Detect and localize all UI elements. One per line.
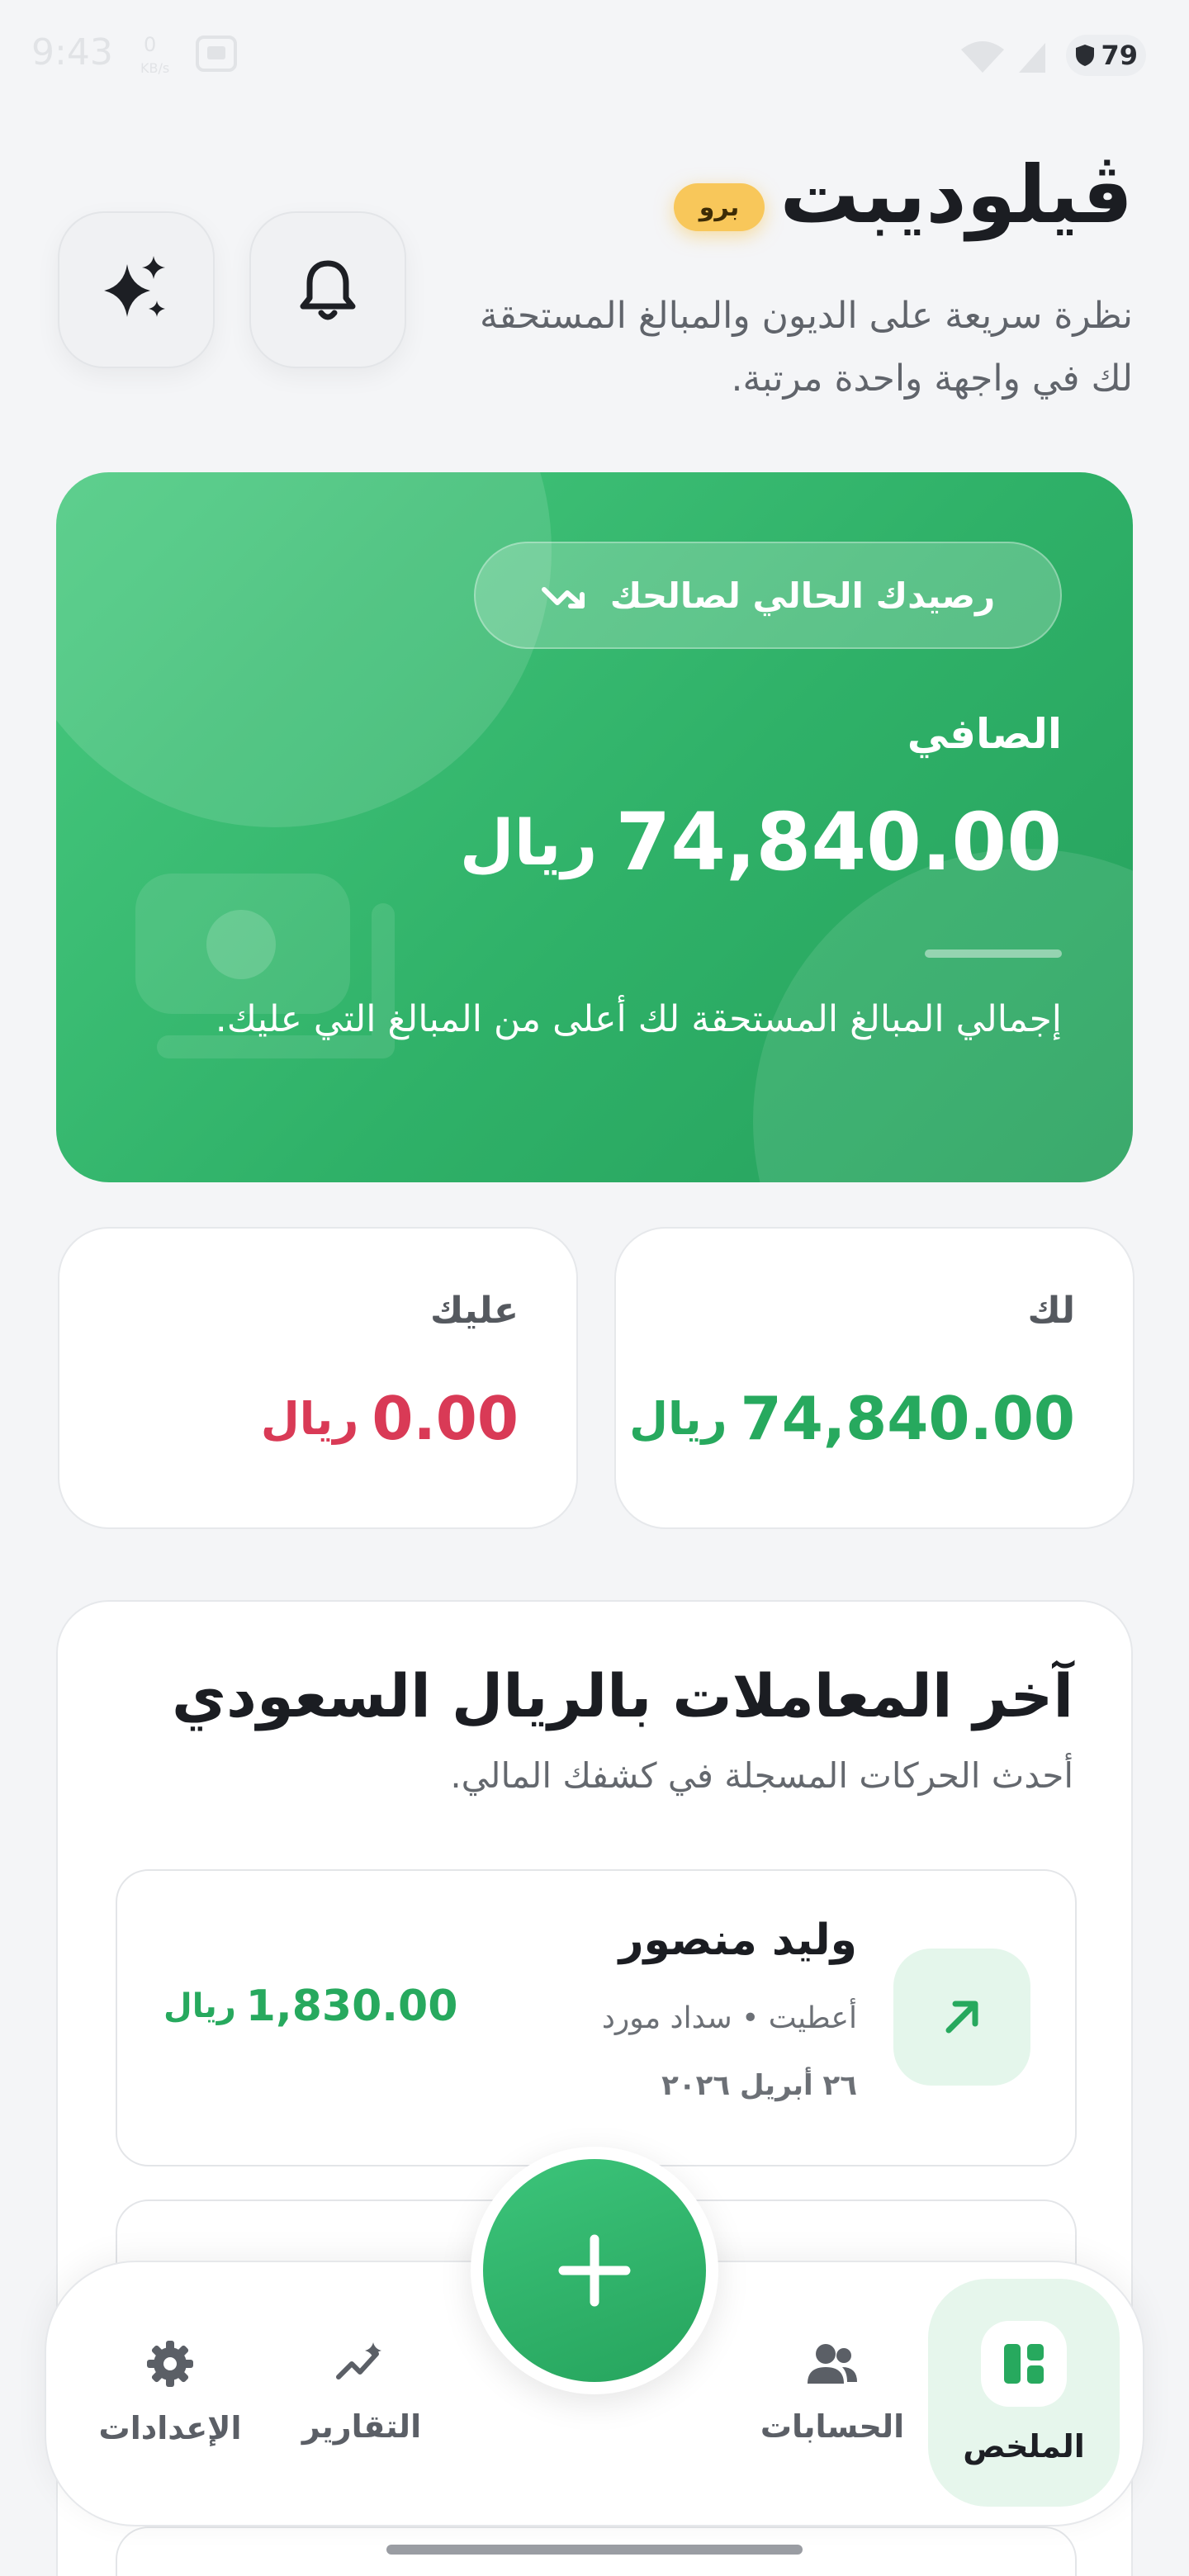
you-owe-card[interactable]: عليك ريال 0.00 <box>58 1227 578 1529</box>
currency-symbol: ريال <box>163 1987 236 2025</box>
transaction-type-badge <box>893 1949 1030 2086</box>
data-usage-icon: 0 KB/s <box>139 30 173 85</box>
gear-icon <box>147 2341 193 2387</box>
fab-circle <box>483 2159 706 2382</box>
balance-note: إجمالي المبالغ المستحقة لك أعلى من المبا… <box>215 998 1062 1040</box>
shield-icon <box>1076 45 1095 66</box>
battery-indicator: 79 <box>1066 35 1146 76</box>
bell-icon <box>300 260 356 320</box>
transaction-row[interactable]: وليد منصور أعطيت • سداد مورد ٢٦ أبريل ٢٠… <box>116 1869 1077 2166</box>
pro-badge: برو <box>674 183 765 231</box>
currency-symbol: ريال <box>629 1392 727 1445</box>
owed-to-you-value: 74,840.00 <box>740 1384 1075 1453</box>
nav-item-summary[interactable]: الملخص <box>928 2279 1120 2507</box>
dashboard-icon <box>1004 2344 1044 2384</box>
notifications-button[interactable] <box>249 211 406 368</box>
nav-item-reports[interactable]: التقارير <box>266 2279 457 2507</box>
net-amount: ريال 74,840.00 <box>460 796 1062 888</box>
wifi-icon <box>958 40 1007 78</box>
you-owe-label: عليك <box>430 1290 519 1332</box>
you-owe-amount: ريال 0.00 <box>261 1384 519 1453</box>
owed-to-you-card[interactable]: لك ريال 74,840.00 <box>614 1227 1135 1529</box>
decorative-circle <box>56 472 552 827</box>
nav-label: الحسابات <box>760 2408 905 2445</box>
signal-icon <box>1016 40 1049 78</box>
net-label: الصافي <box>907 710 1062 758</box>
chart-sparkle-icon <box>336 2342 381 2379</box>
status-time: 9:43 <box>31 31 113 73</box>
svg-text:KB/s: KB/s <box>140 60 169 76</box>
nav-item-settings[interactable]: الإعدادات <box>74 2279 266 2507</box>
ai-assistant-button[interactable] <box>58 211 215 368</box>
section-subtitle: أحدث الحركات المسجلة في كشفك المالي. <box>450 1755 1073 1796</box>
home-indicator[interactable] <box>386 2545 803 2555</box>
nav-item-accounts[interactable]: الحسابات <box>737 2279 928 2507</box>
nav-label: الإعدادات <box>98 2410 242 2446</box>
owed-to-you-amount: ريال 74,840.00 <box>629 1384 1075 1453</box>
balance-status-label: رصيدك الحالي لصالحك <box>609 575 996 616</box>
divider <box>925 949 1062 958</box>
transaction-description: أعطيت • سداد مورد <box>601 2001 857 2035</box>
currency-symbol: ريال <box>260 1392 359 1445</box>
svg-text:0: 0 <box>144 33 156 56</box>
screenshot-icon <box>195 35 238 80</box>
nav-label: التقارير <box>301 2408 422 2445</box>
add-transaction-button[interactable] <box>471 2147 718 2394</box>
app-title: ڤيلوديبت <box>779 149 1133 241</box>
transaction-amount: ريال 1,830.00 <box>163 1982 457 2031</box>
trend-icon <box>541 587 585 608</box>
transaction-amount-value: 1,830.00 <box>245 1982 458 2031</box>
nav-icon-container <box>981 2321 1067 2407</box>
balance-card: رصيدك الحالي لصالحك الصافي ريال 74,840.0… <box>56 472 1133 1182</box>
page-subtitle: نظرة سريعة على الديون والمبالغ المستحقة … <box>480 295 1133 400</box>
net-amount-value: 74,840.00 <box>615 796 1062 888</box>
transaction-name: وليد منصور <box>618 1915 857 1965</box>
plus-icon <box>558 2234 631 2307</box>
section-title: آخر المعاملات بالريال السعودي <box>172 1661 1073 1731</box>
arrow-up-right-icon <box>945 2001 978 2034</box>
currency-symbol: ريال <box>459 805 598 879</box>
users-icon <box>808 2344 857 2384</box>
owed-to-you-label: لك <box>1027 1290 1076 1332</box>
sparkles-icon <box>104 256 165 317</box>
you-owe-value: 0.00 <box>372 1384 519 1453</box>
balance-status-pill: رصيدك الحالي لصالحك <box>474 542 1062 649</box>
battery-level: 79 <box>1101 40 1138 71</box>
nav-label: الملخص <box>963 2428 1085 2465</box>
transaction-date: ٢٦ أبريل ٢٠٢٦ <box>661 2069 857 2102</box>
